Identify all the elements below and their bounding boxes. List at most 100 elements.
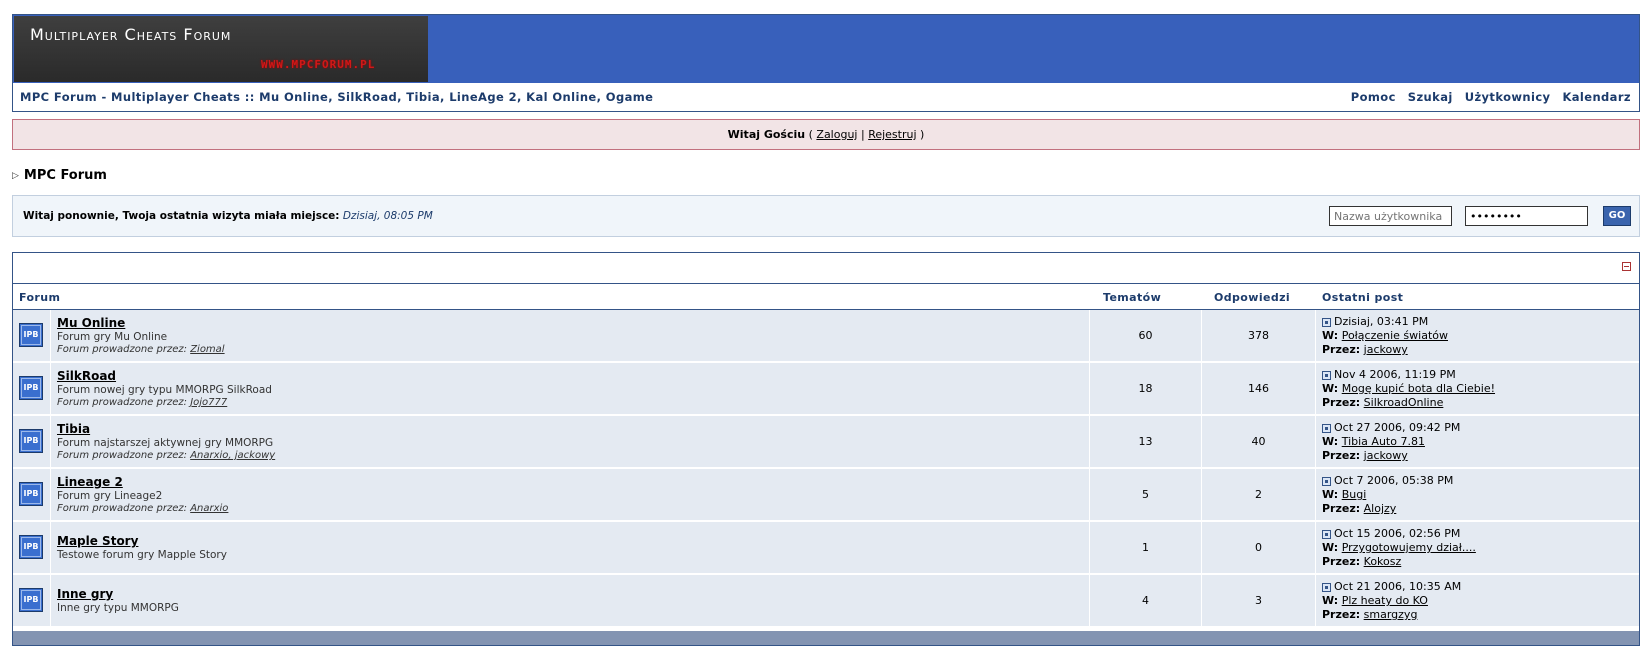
last-post-topic-link[interactable]: Plz heaty do KO xyxy=(1342,594,1428,607)
forum-name-link[interactable]: Inne gry xyxy=(57,587,179,601)
moderator-link[interactable]: Anarxio, jackowy xyxy=(190,450,275,461)
forum-moderators: Forum prowadzone przez: Ziomal xyxy=(57,344,225,355)
last-post-topic-link[interactable]: Połączenie światów xyxy=(1342,329,1448,342)
moderator-label: Forum prowadzone przez: xyxy=(57,503,187,514)
guest-bar: Witaj Gościu ( Zaloguj | Rejestruj ) xyxy=(12,119,1640,150)
replies-count: 378 xyxy=(1202,310,1316,362)
moderator-label: Forum prowadzone przez: xyxy=(57,344,187,355)
last-post-author-link[interactable]: Kokosz xyxy=(1364,555,1402,568)
col-topics: Tematów xyxy=(1103,291,1162,304)
breadcrumb-title[interactable]: MPC Forum xyxy=(24,168,107,183)
last-post-author-link[interactable]: Alojzy xyxy=(1364,502,1397,515)
login-go-button[interactable]: GO xyxy=(1603,206,1631,226)
breadcrumb-triangle-icon: ▷ xyxy=(12,170,19,181)
forum-name-link[interactable]: Tibia xyxy=(57,422,275,436)
col-last-post: Ostatni post xyxy=(1322,291,1404,304)
last-post-icon[interactable] xyxy=(1322,423,1331,433)
by-label: Przez: xyxy=(1322,502,1361,515)
in-label: W: xyxy=(1322,488,1339,501)
username-input[interactable] xyxy=(1329,206,1452,226)
header-banner: Multiplayer Cheats Forum WWW.MPCFORUM.PL xyxy=(13,15,1639,83)
last-post-icon[interactable] xyxy=(1322,317,1331,327)
last-post-topic-link[interactable]: Tibia Auto 7.81 xyxy=(1342,435,1425,448)
last-post-date: Oct 21 2006, 10:35 AM xyxy=(1334,580,1462,593)
last-post-author-link[interactable]: SilkroadOnline xyxy=(1364,396,1444,409)
forum-description: Inne gry typu MMORPG xyxy=(57,602,179,614)
moderator-link[interactable]: Jojo777 xyxy=(190,397,227,408)
forum-description: Forum najstarszej aktywnej gry MMORPG xyxy=(57,437,274,449)
table-row: IPB Mu Online Forum gry Mu Online Forum … xyxy=(13,310,1639,362)
forum-info: Tibia Forum najstarszej aktywnej gry MMO… xyxy=(57,422,275,461)
forum-info: Inne gry Inne gry typu MMORPG xyxy=(57,587,179,614)
last-post-topic-link[interactable]: Mogę kupić bota dla Ciebie! xyxy=(1342,382,1495,395)
password-input[interactable] xyxy=(1465,206,1588,226)
replies-count: 40 xyxy=(1202,416,1316,468)
last-post-icon[interactable] xyxy=(1322,529,1331,539)
by-label: Przez: xyxy=(1322,343,1361,356)
last-post-icon[interactable] xyxy=(1322,370,1331,380)
last-post-author-link[interactable]: jackowy xyxy=(1364,343,1408,356)
in-label: W: xyxy=(1322,382,1339,395)
forum-moderators: Forum prowadzone przez: Jojo777 xyxy=(57,397,272,408)
nav-search-link[interactable]: Szukaj xyxy=(1408,90,1453,104)
forum-description: Forum nowej gry typu MMORPG SilkRoad xyxy=(57,384,272,396)
last-post-date: Oct 7 2006, 05:38 PM xyxy=(1334,474,1454,487)
in-label: W: xyxy=(1322,435,1339,448)
forum-moderators: Forum prowadzone przez: Anarxio, jackowy xyxy=(57,450,275,461)
site-logo[interactable]: Multiplayer Cheats Forum WWW.MPCFORUM.PL xyxy=(14,16,428,82)
nav-calendar-link[interactable]: Kalendarz xyxy=(1562,90,1631,104)
last-post: Oct 7 2006, 05:38 PM W: Bugi Przez: Aloj… xyxy=(1322,474,1453,516)
moderator-link[interactable]: Anarxio xyxy=(190,503,228,514)
by-label: Przez: xyxy=(1322,608,1361,621)
forum-icon-cell: IPB xyxy=(13,416,51,468)
replies-count: 146 xyxy=(1202,363,1316,415)
forum-icon-cell: IPB xyxy=(13,522,51,574)
replies-count: 2 xyxy=(1202,469,1316,521)
site-title-link[interactable]: MPC Forum - Multiplayer Cheats :: Mu Onl… xyxy=(20,90,653,104)
last-post: Nov 4 2006, 11:19 PM W: Mogę kupić bota … xyxy=(1322,368,1495,410)
login-link[interactable]: Zaloguj xyxy=(816,128,857,141)
top-navbar: MPC Forum - Multiplayer Cheats :: Mu Onl… xyxy=(13,83,1639,111)
register-link[interactable]: Rejestruj xyxy=(868,128,916,141)
forum-icon-cell: IPB xyxy=(13,363,51,415)
last-post-author-link[interactable]: smargzyg xyxy=(1364,608,1418,621)
table-row: IPB Lineage 2 Forum gry Lineage2 Forum p… xyxy=(13,469,1639,521)
last-post-date: Oct 15 2006, 02:56 PM xyxy=(1334,527,1461,540)
guest-greeting: Witaj Gościu xyxy=(727,128,806,141)
last-post-icon[interactable] xyxy=(1322,582,1331,592)
forum-description: Forum gry Lineage2 xyxy=(57,490,163,502)
forum-description: Testowe forum gry Mapple Story xyxy=(57,549,227,561)
in-label: W: xyxy=(1322,541,1339,554)
forum-name-link[interactable]: Maple Story xyxy=(57,534,227,548)
forum-info: Mu Online Forum gry Mu Online Forum prow… xyxy=(57,316,225,355)
forum-name-link[interactable]: Lineage 2 xyxy=(57,475,228,489)
nav-links: Pomoc Szukaj Użytkownicy Kalendarz xyxy=(1351,90,1631,104)
in-label: W: xyxy=(1322,594,1339,607)
topics-count: 13 xyxy=(1089,416,1202,468)
table-row: IPB Tibia Forum najstarszej aktywnej gry… xyxy=(13,416,1639,468)
forum-name-link[interactable]: Mu Online xyxy=(57,316,225,330)
last-post-date: Nov 4 2006, 11:19 PM xyxy=(1334,368,1456,381)
forum-name-link[interactable]: SilkRoad xyxy=(57,369,272,383)
welcome-message: Witaj ponownie, Twoja ostatnia wizyta mi… xyxy=(23,210,340,222)
last-post: Oct 27 2006, 09:42 PM W: Tibia Auto 7.81… xyxy=(1322,421,1460,463)
collapse-icon[interactable] xyxy=(1622,262,1631,271)
forum-ipb-icon: IPB xyxy=(19,429,43,453)
col-replies: Odpowiedzi xyxy=(1214,291,1291,304)
last-post-topic-link[interactable]: Przygotowujemy dział.... xyxy=(1342,541,1476,554)
forum-icon-cell: IPB xyxy=(13,575,51,627)
last-post-author-link[interactable]: jackowy xyxy=(1364,449,1408,462)
logo-url: WWW.MPCFORUM.PL xyxy=(261,58,376,71)
moderator-label: Forum prowadzone przez: xyxy=(57,397,187,408)
nav-members-link[interactable]: Użytkownicy xyxy=(1465,90,1551,104)
last-post-topic-link[interactable]: Bugi xyxy=(1342,488,1367,501)
moderator-link[interactable]: Ziomal xyxy=(190,344,224,355)
nav-help-link[interactable]: Pomoc xyxy=(1351,90,1396,104)
last-post-icon[interactable] xyxy=(1322,476,1331,486)
forum-icon-cell: IPB xyxy=(13,469,51,521)
topics-count: 1 xyxy=(1089,522,1202,574)
forum-ipb-icon: IPB xyxy=(19,588,43,612)
table-footer-bar xyxy=(13,631,1639,645)
last-visit-date: Dzisiaj, 08:05 PM xyxy=(342,210,433,222)
logo-title: Multiplayer Cheats Forum xyxy=(30,25,232,44)
